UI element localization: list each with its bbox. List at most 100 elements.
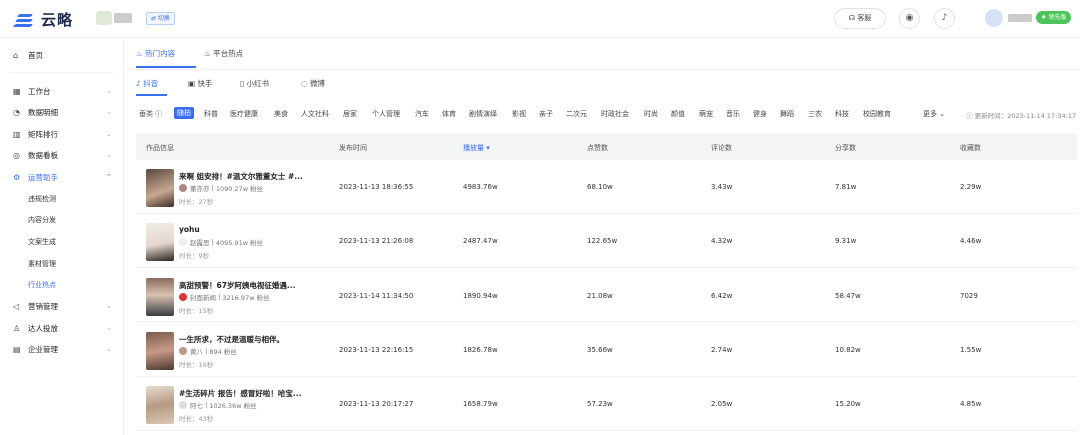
category-item[interactable]: 影视 <box>512 109 526 119</box>
sidebar-item-matrix-rank[interactable]: ▥ 矩阵排行 ⌄ <box>0 124 124 144</box>
cell-comment-count: 2.74w <box>711 346 733 354</box>
sidebar-item-kol[interactable]: ♙ 达人投放 ⌄ <box>0 318 124 338</box>
sidebar-item-ops-assistant[interactable]: ⚙ 运营助手 ⌃ <box>0 167 124 187</box>
cell-publish-time: 2023-11-13 18:36:55 <box>339 183 414 191</box>
chart-icon: ◔ <box>13 107 20 117</box>
author-avatar <box>179 401 187 409</box>
switch-tenant-button[interactable]: ⇄ 切换 <box>146 12 175 25</box>
sidebar-item-data-detail[interactable]: ◔ 数据明细 ⌄ <box>0 102 124 122</box>
tab-hot-content[interactable]: ♨ 热门内容 <box>136 48 175 59</box>
category-item[interactable]: 人文社科 <box>301 109 329 119</box>
cell-collect-count: 4.46w <box>960 237 982 245</box>
sidebar-item-data-board[interactable]: ◎ 数据看板 ⌄ <box>0 145 124 165</box>
category-item[interactable]: 时政社会 <box>601 109 629 119</box>
tab-platform-hot[interactable]: ♨ 平台热点 <box>204 48 243 59</box>
category-item[interactable]: 三农 <box>808 109 822 119</box>
sidebar-subitem-materials[interactable]: 素材管理 <box>28 259 56 269</box>
cell-publish-time: 2023-11-14 11:34:50 <box>339 292 414 300</box>
th-comment-count[interactable]: 评论数 <box>711 143 732 153</box>
cell-play-count: 1658.79w <box>463 400 498 408</box>
category-item[interactable]: 亲子 <box>539 109 553 119</box>
th-collect-count[interactable]: 收藏数 <box>960 143 981 153</box>
video-thumbnail[interactable] <box>146 223 174 261</box>
category-item[interactable]: 时尚 <box>644 109 658 119</box>
th-play-count[interactable]: 播放量 ▾ <box>463 143 490 153</box>
sidebar-item-label: 数据看板 <box>28 150 58 160</box>
th-publish-time[interactable]: 发布时间 <box>339 143 367 153</box>
author-name: 阿七 <box>190 402 203 410</box>
cell-like-count: 21.08w <box>587 292 613 300</box>
notification-button[interactable]: ♪ <box>934 8 955 29</box>
chevron-down-icon: ⌄ <box>106 345 112 353</box>
customer-service-button[interactable]: ☊ 客服 <box>834 8 886 29</box>
sidebar-item-workbench[interactable]: ▦ 工作台 ⌄ <box>0 81 124 101</box>
video-icon: ▣ <box>188 79 196 88</box>
tab-weibo[interactable]: ◌ 微博 <box>301 78 325 89</box>
category-item[interactable]: 科技 <box>835 109 849 119</box>
category-item[interactable]: 体育 <box>442 109 456 119</box>
chevron-up-icon: ⌃ <box>106 173 112 181</box>
sidebar-item-label: 工作台 <box>28 86 51 96</box>
th-like-count[interactable]: 点赞数 <box>587 143 608 153</box>
category-item[interactable]: 健身 <box>753 109 767 119</box>
category-item[interactable]: 医疗健康 <box>230 109 258 119</box>
author-name: 封面新闻 <box>190 294 216 302</box>
video-duration: 时长：16秒 <box>179 361 214 369</box>
video-thumbnail[interactable] <box>146 278 174 316</box>
video-title[interactable]: 高甜预警！67岁阿姨电视征婚遇... <box>179 280 295 291</box>
update-time-text: 更新时间：2023-11-14 17:34:17 <box>974 112 1077 120</box>
video-title[interactable]: 来啊 姐安排！#温文尔雅董女士 #... <box>179 171 303 182</box>
user-name[interactable] <box>1008 14 1032 22</box>
user-avatar[interactable] <box>985 9 1003 27</box>
category-item[interactable]: 居家 <box>343 109 357 119</box>
category-item[interactable]: 随拍 <box>174 107 194 119</box>
sidebar-item-label: 营销管理 <box>28 301 58 311</box>
tab-kuaishou[interactable]: ▣ 快手 <box>188 78 212 89</box>
cell-share-count: 58.47w <box>835 292 861 300</box>
more-categories-dropdown[interactable]: 更多 ⌄ <box>923 109 945 119</box>
sidebar-subitem-distribution[interactable]: 内容分发 <box>28 215 56 225</box>
category-item[interactable]: 汽车 <box>415 109 429 119</box>
video-title[interactable]: #生活碎片 报告！感冒好啦！哈宝... <box>179 388 301 399</box>
sidebar-subitem-violation[interactable]: 违规检测 <box>28 194 56 204</box>
cell-share-count: 10.82w <box>835 346 861 354</box>
customer-service-label: 客服 <box>857 14 872 22</box>
message-button[interactable]: ◉ <box>899 8 920 29</box>
video-thumbnail[interactable] <box>146 386 174 424</box>
fire-icon: ♨ <box>204 49 211 58</box>
category-item[interactable]: 美食 <box>274 109 288 119</box>
video-thumbnail[interactable] <box>146 332 174 370</box>
category-item[interactable]: 颜值 <box>671 109 685 119</box>
info-icon: ⓘ <box>966 112 973 120</box>
tab-label: 小红书 <box>246 79 270 88</box>
tab-douyin[interactable]: ♪ 抖音 <box>136 78 158 89</box>
category-item[interactable]: 个人管理 <box>372 109 400 119</box>
bar-icon: ▥ <box>13 129 21 139</box>
category-item[interactable]: 舞蹈 <box>780 109 794 119</box>
category-item[interactable]: 科普 <box>204 109 218 119</box>
sidebar-item-enterprise[interactable]: ▤ 企业管理 ⌄ <box>0 339 124 359</box>
video-author: 阿七 | 1026.36w 粉丝 <box>179 400 257 410</box>
video-title[interactable]: 一生所求，不过是温暖与相伴。 <box>179 334 284 345</box>
tab-label: 微博 <box>309 79 325 88</box>
category-item[interactable]: 萌宠 <box>699 109 713 119</box>
sidebar-subitem-copywriting[interactable]: 文案生成 <box>28 237 56 247</box>
category-item[interactable]: 剧情演绎 <box>469 109 497 119</box>
sidebar-subitem-industry-hot[interactable]: 行业热点 <box>28 280 56 290</box>
tab-xiaohongshu[interactable]: ▯ 小红书 <box>240 78 269 89</box>
th-share-count[interactable]: 分享数 <box>835 143 856 153</box>
video-duration: 时长：27秒 <box>179 198 214 206</box>
chevron-down-icon: ⌄ <box>106 151 112 159</box>
category-item[interactable]: 二次元 <box>566 109 587 119</box>
cell-like-count: 57.23w <box>587 400 613 408</box>
video-title[interactable]: yohu <box>179 225 200 234</box>
cell-play-count: 1826.78w <box>463 346 498 354</box>
sidebar-item-marketing[interactable]: ◁ 营销管理 ⌄ <box>0 296 124 316</box>
cell-comment-count: 2.05w <box>711 400 733 408</box>
category-item[interactable]: 音乐 <box>726 109 740 119</box>
video-thumbnail[interactable] <box>146 169 174 207</box>
home-icon: ⌂ <box>13 50 19 60</box>
app-logo[interactable]: 云略 <box>12 9 73 30</box>
sidebar-item-home[interactable]: ⌂ 首页 <box>0 45 124 65</box>
category-item[interactable]: 校园教育 <box>863 109 891 119</box>
